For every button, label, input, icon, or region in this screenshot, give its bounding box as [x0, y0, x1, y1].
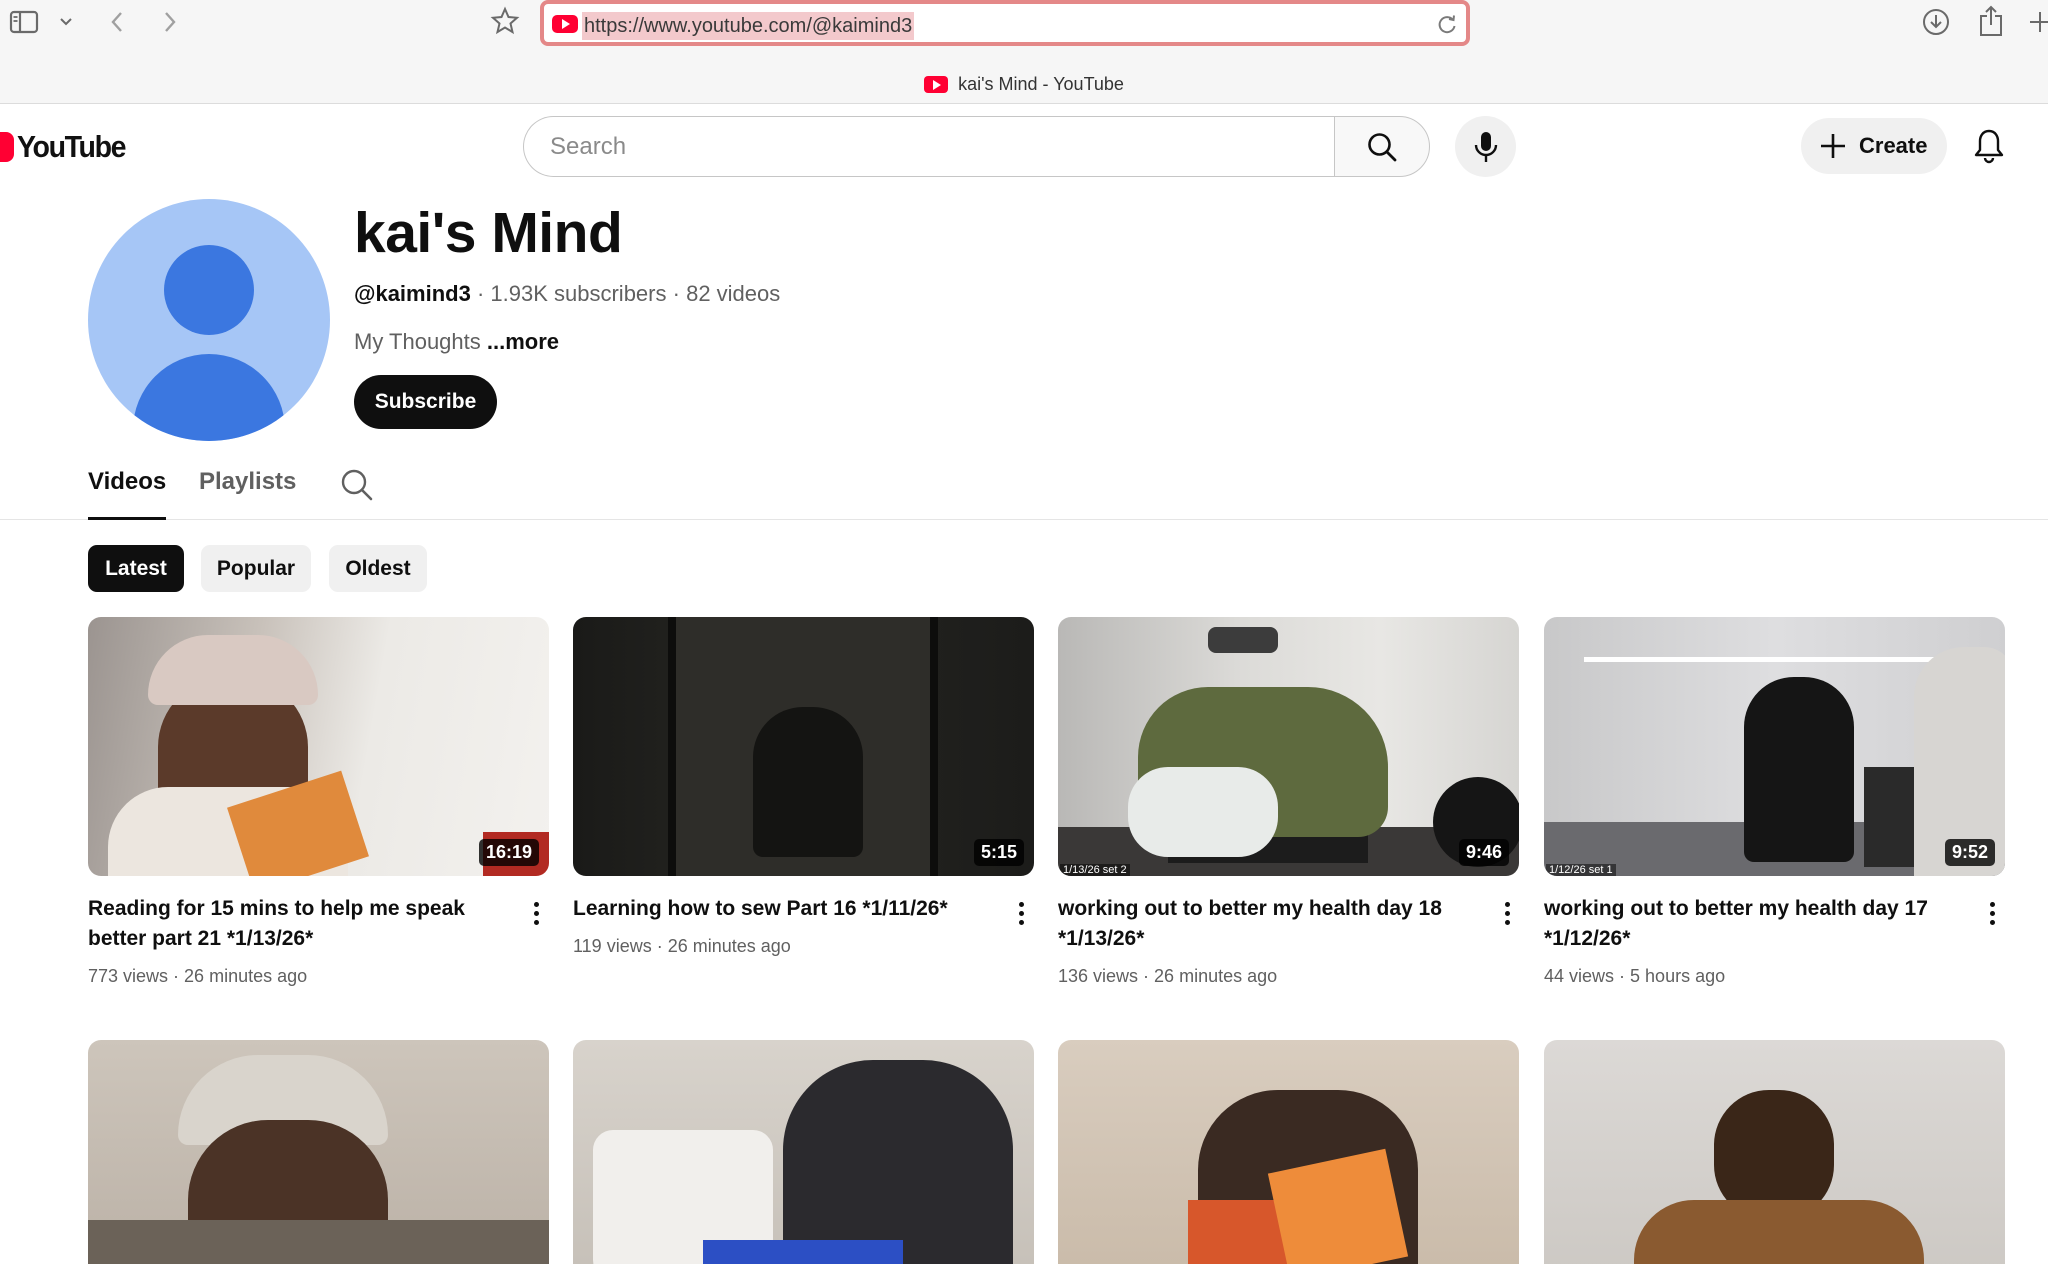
avatar-head	[164, 245, 254, 335]
meta-separator: ·	[476, 281, 491, 306]
channel-tabs: Videos Playlists	[0, 460, 2048, 520]
video-meta: 773 views · 26 minutes ago	[88, 966, 308, 986]
video-title[interactable]: working out to better my health day 17 *…	[1544, 894, 1964, 954]
channel-name: kai's Mind	[354, 201, 623, 265]
channel-search-icon[interactable]	[340, 468, 374, 507]
sidebar-toggle-icon[interactable]	[8, 8, 40, 36]
channel-description[interactable]: My Thoughts ...more	[354, 329, 559, 355]
video-thumbnail[interactable]: 5:15	[573, 617, 1034, 876]
video-thumbnail[interactable]: 1/12/26 set 1 9:52	[1544, 617, 2005, 876]
share-icon[interactable]	[1975, 4, 2007, 38]
video-thumbnail[interactable]	[573, 1040, 1034, 1264]
thumbnail-shirt	[88, 1220, 549, 1264]
browser-tab[interactable]: kai's Mind - YouTube	[0, 70, 2048, 98]
search-box	[523, 116, 1335, 177]
video-meta: 119 views · 26 minutes ago	[573, 936, 791, 956]
create-label: Create	[1859, 133, 1928, 158]
video-thumbnail[interactable]	[88, 1040, 549, 1264]
notifications-button[interactable]	[1964, 121, 2014, 171]
video-menu-icon[interactable]	[526, 898, 546, 928]
chip-popular[interactable]: Popular	[201, 545, 311, 592]
search-icon	[1368, 132, 1397, 161]
video-views: 44 views	[1544, 966, 1615, 986]
video-meta: 136 views · 26 minutes ago	[1058, 966, 1278, 986]
meta-separator: ·	[672, 281, 687, 306]
voice-search-button[interactable]	[1455, 116, 1516, 177]
microphone-icon	[1474, 131, 1497, 162]
search-input[interactable]	[524, 117, 1335, 176]
new-tab-plus-icon[interactable]	[2030, 8, 2048, 36]
tab-videos[interactable]: Videos	[88, 468, 167, 520]
channel-meta: @kaimind3 · 1.93K subscribers · 82 video…	[354, 281, 780, 307]
video-thumbnail[interactable]	[1058, 1040, 1519, 1264]
subscribe-button[interactable]: Subscribe	[354, 375, 497, 429]
video-thumbnail[interactable]: 16:19	[88, 617, 549, 876]
video-views: 773 views	[88, 966, 169, 986]
search-button[interactable]	[1334, 116, 1430, 177]
subscriber-count: 1.93K subscribers	[490, 281, 667, 306]
thumbnail-treadmill	[1864, 767, 1914, 867]
video-duration: 16:19	[478, 839, 539, 866]
channel-handle[interactable]: @kaimind3	[354, 281, 471, 306]
download-icon[interactable]	[1920, 6, 1952, 38]
video-age: 26 minutes ago	[1154, 966, 1278, 986]
channel-avatar[interactable]	[88, 199, 330, 441]
video-timestamp-overlay: 1/13/26 set 2	[1060, 864, 1130, 876]
video-title[interactable]: Learning how to sew Part 16 *1/11/26*	[573, 894, 993, 924]
url-text[interactable]: https://www.youtube.com/@kaimind3	[582, 12, 915, 40]
video-title[interactable]: working out to better my health day 18 *…	[1058, 894, 1478, 954]
video-age: 5 hours ago	[1630, 966, 1726, 986]
browser-tab-title: kai's Mind - YouTube	[958, 73, 1124, 94]
youtube-logo-text: YouTube	[17, 129, 126, 164]
youtube-favicon-icon	[552, 15, 578, 33]
video-age: 26 minutes ago	[184, 966, 308, 986]
thumbnail-figure	[1744, 677, 1854, 862]
thumbnail-figure	[783, 1060, 1013, 1264]
video-duration: 5:15	[973, 839, 1024, 866]
chip-oldest[interactable]: Oldest	[329, 545, 427, 592]
video-title[interactable]: Reading for 15 mins to help me speak bet…	[88, 894, 508, 954]
chip-latest[interactable]: Latest	[88, 545, 184, 592]
tab-playlists[interactable]: Playlists	[199, 468, 296, 520]
video-timestamp-overlay: 1/12/26 set 1	[1546, 864, 1616, 876]
thumbnail-shirt	[1634, 1200, 1924, 1264]
more-link[interactable]: ...more	[487, 329, 559, 354]
video-duration: 9:52	[1944, 839, 1995, 866]
video-thumbnail[interactable]: 1/13/26 set 2 9:46	[1058, 617, 1519, 876]
video-menu-icon[interactable]	[1011, 898, 1031, 928]
thumbnail-fabric	[703, 1240, 903, 1264]
back-arrow-icon[interactable]	[104, 8, 130, 36]
avatar-body	[133, 354, 285, 441]
video-count: 82 videos	[686, 281, 781, 306]
bell-icon	[1974, 129, 2004, 164]
thumbnail-dumbbell	[1208, 627, 1278, 653]
video-menu-icon[interactable]	[1982, 898, 2002, 928]
forward-arrow-icon[interactable]	[157, 8, 183, 36]
youtube-logo[interactable]: YouTube	[0, 129, 135, 164]
bookmark-star-icon[interactable]	[489, 5, 521, 37]
video-views: 119 views	[573, 936, 652, 956]
browser-toolbar: https://www.youtube.com/@kaimind3 kai's …	[0, 0, 2048, 104]
reload-icon[interactable]	[1436, 14, 1458, 41]
youtube-favicon-icon	[924, 75, 949, 93]
video-age: 26 minutes ago	[667, 936, 791, 956]
video-meta: 44 views · 5 hours ago	[1544, 966, 1726, 986]
video-thumbnail[interactable]	[1544, 1040, 2005, 1264]
video-views: 136 views	[1058, 966, 1139, 986]
description-text: My Thoughts	[354, 329, 481, 354]
chevron-down-icon[interactable]	[56, 12, 76, 32]
thumbnail-cap	[148, 635, 318, 705]
create-button[interactable]: Create	[1801, 118, 1947, 174]
video-menu-icon[interactable]	[1497, 898, 1517, 928]
video-duration: 9:46	[1458, 839, 1509, 866]
thumbnail-pants	[1128, 767, 1278, 857]
youtube-logo-icon	[0, 132, 14, 162]
thumbnail-figure	[753, 707, 863, 857]
address-bar[interactable]: https://www.youtube.com/@kaimind3	[540, 0, 1470, 46]
plus-icon	[1821, 134, 1845, 158]
